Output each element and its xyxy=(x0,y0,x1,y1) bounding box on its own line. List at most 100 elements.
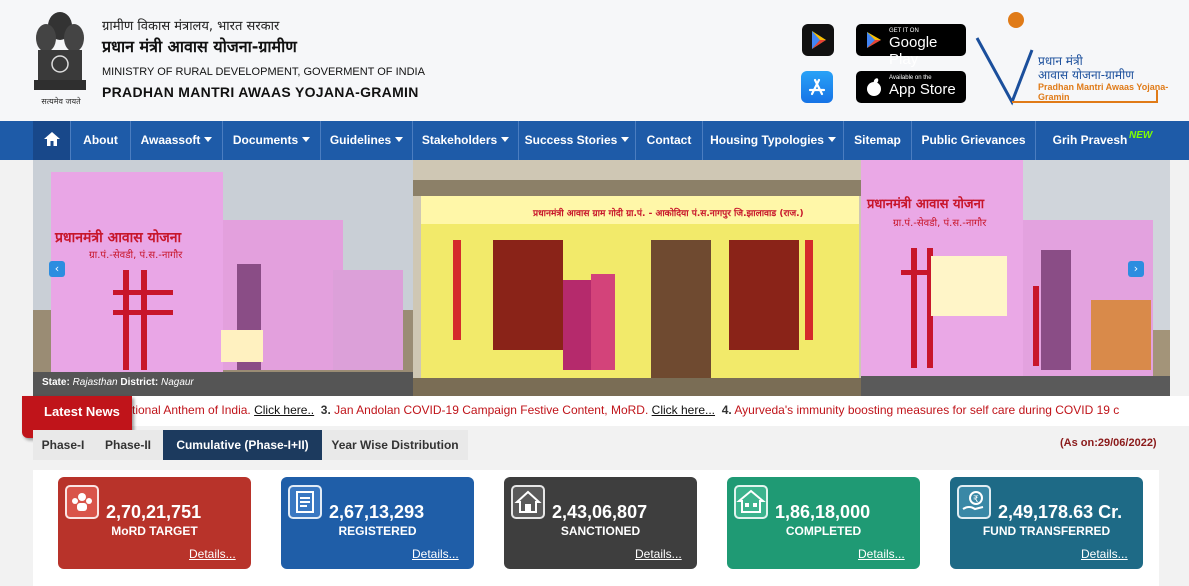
national-emblem-icon xyxy=(34,12,86,90)
home-nav-button[interactable] xyxy=(33,121,71,160)
nav-stakeholders-label: Stakeholders xyxy=(421,133,498,147)
slide-right-sign: प्रधानमंत्री आवास योजना xyxy=(866,196,985,212)
scheme-hindi: प्रधान मंत्री आवास योजना-ग्रामीण xyxy=(102,37,297,56)
stat-value: 2,70,21,751 xyxy=(106,502,202,522)
app-store-label: App Store xyxy=(889,81,956,98)
image-carousel[interactable]: प्रधानमंत्री आवास योजना ग्रा.पं.-सेवडी, … xyxy=(33,160,1170,396)
news-item-text: Ayurveda's immunity boosting measures fo… xyxy=(734,403,1120,417)
phase-tabs: Phase-I Phase-II Cumulative (Phase-I+II)… xyxy=(33,430,1170,460)
main-nav: About Awaassoft Documents Guidelines Sta… xyxy=(0,121,1189,160)
slide-right-sign2: ग्रा.पं.-सेवडी, पं.स.-नागौर xyxy=(893,217,987,229)
carousel-prev-button[interactable]: ‹ xyxy=(49,261,65,277)
carousel-caption: State: Rajasthan District: Nagaur xyxy=(42,377,194,388)
stat-value: 2,43,06,807 xyxy=(552,502,648,522)
tab-cumulative[interactable]: Cumulative (Phase-I+II) xyxy=(163,430,322,460)
new-badge: NEW xyxy=(1129,130,1153,141)
nav-housing-typologies[interactable]: Housing Typologies xyxy=(703,121,844,160)
caption-state-label: State: xyxy=(42,377,70,388)
nav-documents-label: Documents xyxy=(232,133,299,147)
site-header: सत्यमेव जयते ग्रामीण विकास मंत्रालय, भार… xyxy=(0,0,1189,121)
nav-success-stories[interactable]: Success Stories xyxy=(519,121,636,160)
nav-guidelines[interactable]: Guidelines xyxy=(321,121,413,160)
carousel-next-button[interactable]: › xyxy=(1128,261,1144,277)
chevron-down-icon xyxy=(395,137,404,142)
app-store-button[interactable]: Available on the App Store xyxy=(856,71,966,103)
stat-card-fund: ₹ 2,49,178.63 Cr. FUND TRANSFERRED Detai… xyxy=(950,477,1143,569)
stat-value: 1,86,18,000 xyxy=(775,502,871,522)
nav-public-grievances-label: Public Grievances xyxy=(921,133,1026,147)
nav-public-grievances[interactable]: Public Grievances xyxy=(912,121,1036,160)
registered-form-icon xyxy=(288,485,322,519)
stat-label: COMPLETED xyxy=(785,524,862,538)
chevron-down-icon xyxy=(501,137,510,142)
house-icon xyxy=(511,485,545,519)
caption-district: Nagaur xyxy=(160,377,194,388)
stat-value: 2,67,13,293 xyxy=(329,502,425,522)
news-item-text: Jan Andolan COVID-19 Campaign Festive Co… xyxy=(334,403,649,417)
nav-grih-pravesh[interactable]: Grih Pravesh xyxy=(1036,121,1144,160)
emblem-motto: सत्यमेव जयते xyxy=(41,97,81,106)
play-store-icon[interactable] xyxy=(802,24,834,56)
chevron-down-icon xyxy=(302,137,311,142)
news-item-text: tional Anthem of India. xyxy=(132,403,251,417)
stat-details-link[interactable]: Details... xyxy=(189,547,236,561)
stat-details-link[interactable]: Details... xyxy=(858,547,905,561)
target-people-icon xyxy=(65,485,99,519)
nav-stakeholders[interactable]: Stakeholders xyxy=(413,121,519,160)
news-item-link[interactable]: Click here... xyxy=(652,403,715,417)
fund-hand-icon: ₹ xyxy=(957,485,991,519)
caption-state: Rajasthan xyxy=(72,377,118,388)
news-item-link[interactable]: Click here.. xyxy=(254,403,314,417)
news-item-number: 3. xyxy=(320,403,331,417)
slide-left-sign: प्रधानमंत्री आवास योजना xyxy=(54,229,183,246)
pmay-logo-english: Pradhan Mantri Awaas Yojana-Gramin xyxy=(1038,82,1169,102)
stat-details-link[interactable]: Details... xyxy=(635,547,682,561)
ministry-name: MINISTRY OF RURAL DEVELOPMENT, GOVERMENT… xyxy=(102,66,425,78)
apple-icon xyxy=(867,78,881,96)
tab-phase-1[interactable]: Phase-I xyxy=(33,430,93,460)
nav-documents[interactable]: Documents xyxy=(223,121,321,160)
stat-label: REGISTERED xyxy=(338,524,417,538)
news-ticker: tional Anthem of India. Click here.. 3. … xyxy=(132,403,1119,417)
stat-card-target: 2,70,21,751 MoRD TARGET Details... xyxy=(58,477,251,569)
stat-label: FUND TRANSFERRED xyxy=(982,524,1111,538)
carousel-slide-right: प्रधानमंत्री आवास योजना ग्रा.पं.-सेवडी, … xyxy=(861,160,1170,396)
stat-value: 2,49,178.63 Cr. xyxy=(998,502,1123,522)
nav-contact[interactable]: Contact xyxy=(636,121,703,160)
chevron-down-icon xyxy=(204,137,213,142)
pmay-logo-hindi2: आवास योजना-ग्रामीण xyxy=(1038,68,1134,82)
carousel-slide-center: प्रधानमंत्री आवास ग्राम गोदी ग्रा.पं. - … xyxy=(413,160,861,396)
nav-success-stories-label: Success Stories xyxy=(524,133,618,147)
app-store-icon[interactable] xyxy=(801,71,833,103)
nav-about[interactable]: About xyxy=(71,121,131,160)
nav-housing-typologies-label: Housing Typologies xyxy=(710,133,824,147)
stat-details-link[interactable]: Details... xyxy=(412,547,459,561)
nav-awaassoft[interactable]: Awaassoft xyxy=(131,121,223,160)
news-item-number: 4. xyxy=(721,403,732,417)
svg-text:₹: ₹ xyxy=(973,495,979,505)
stat-label: MoRD TARGET xyxy=(111,524,198,538)
completed-house-icon xyxy=(734,485,768,519)
chevron-left-icon: ‹ xyxy=(54,262,60,275)
scheme-name: PRADHAN MANTRI AWAAS YOJANA-GRAMIN xyxy=(102,84,419,100)
google-play-button[interactable]: GET IT ON Google Play xyxy=(856,24,966,68)
caption-district-label: District: xyxy=(120,377,159,388)
nav-about-label: About xyxy=(83,133,118,147)
stat-label: SANCTIONED xyxy=(560,524,641,538)
nav-awaassoft-label: Awaassoft xyxy=(140,133,201,147)
nav-sitemap-label: Sitemap xyxy=(854,133,901,147)
google-play-label: Google Play xyxy=(889,34,938,68)
stat-details-link[interactable]: Details... xyxy=(1081,547,1128,561)
chevron-down-icon xyxy=(827,137,836,142)
carousel-slide-left: प्रधानमंत्री आवास योजना ग्रा.पं.-सेवडी, … xyxy=(33,160,413,396)
nav-grih-pravesh-label: Grih Pravesh xyxy=(1052,133,1128,147)
stat-card-registered: 2,67,13,293 REGISTERED Details... xyxy=(281,477,474,569)
nav-sitemap[interactable]: Sitemap xyxy=(844,121,912,160)
as-on-date: (As on:29/06/2022) xyxy=(1060,437,1157,449)
chevron-right-icon: › xyxy=(1133,262,1139,275)
slide-left-sign2: ग्रा.पं.-सेवडी, पं.स.-नागौर xyxy=(89,249,183,261)
nav-contact-label: Contact xyxy=(646,133,692,147)
tab-year-wise[interactable]: Year Wise Distribution xyxy=(322,430,468,460)
tab-phase-2[interactable]: Phase-II xyxy=(93,430,163,460)
nav-guidelines-label: Guidelines xyxy=(329,133,392,147)
